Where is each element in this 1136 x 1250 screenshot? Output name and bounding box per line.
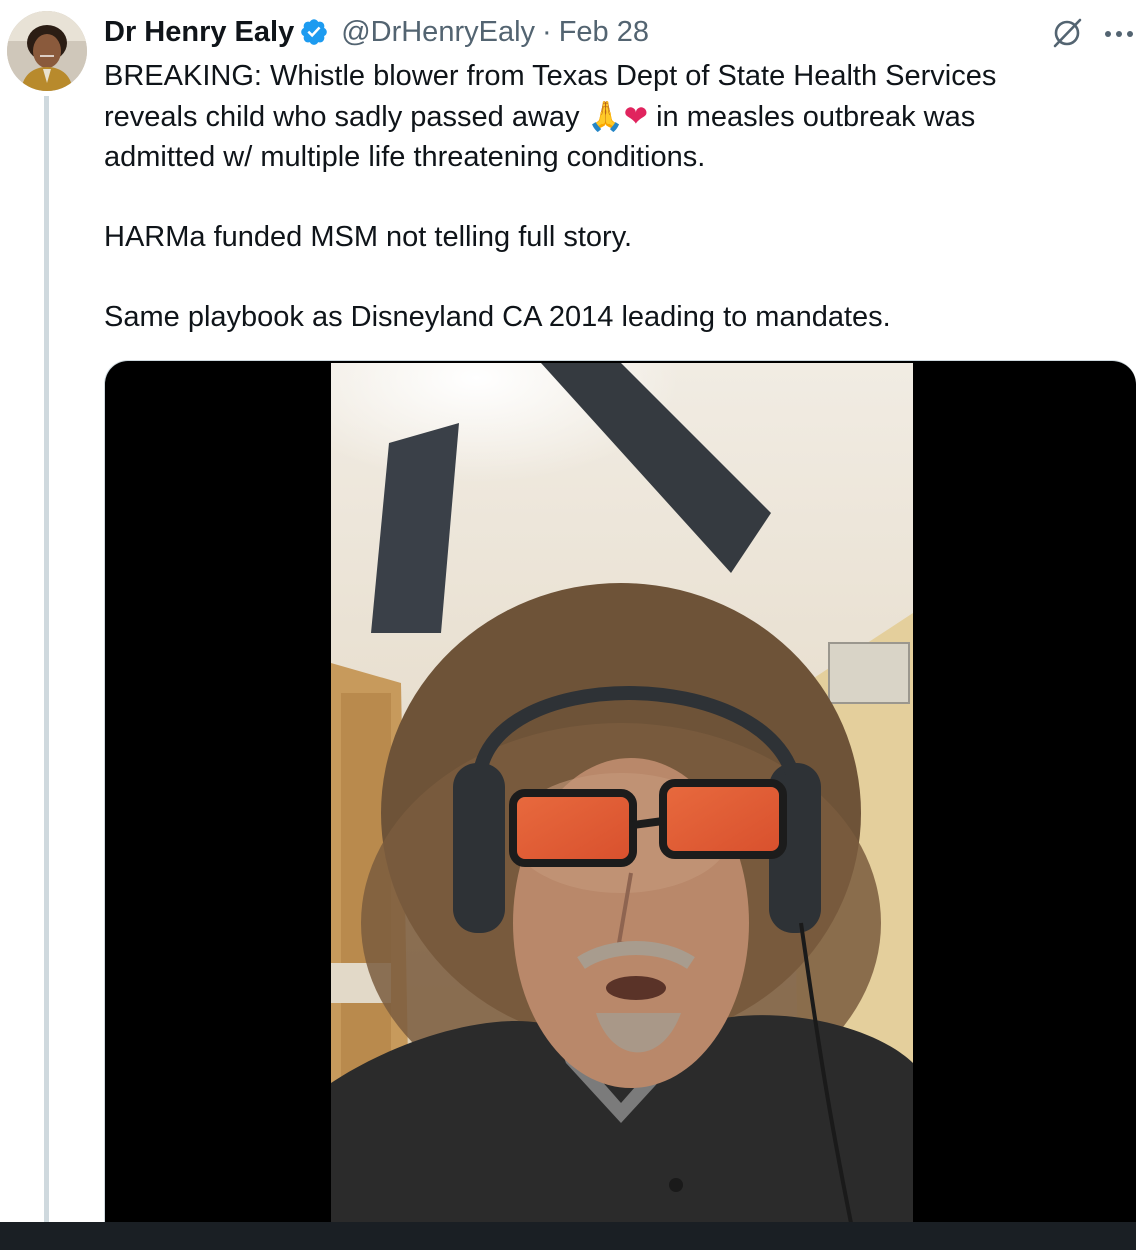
tweet-text: BREAKING: Whistle blower from Texas Dept… — [104, 56, 1114, 337]
bottom-bar — [0, 1222, 1136, 1250]
author-handle[interactable]: @DrHenryEaly — [341, 16, 535, 49]
tweet-text-line: admitted w/ multiple life threatening co… — [104, 141, 706, 173]
tweet-text-line: BREAKING: Whistle blower from Texas Dept… — [104, 60, 997, 92]
tweet-text-paragraph: HARMa funded MSM not telling full story. — [104, 221, 633, 253]
tweet-text-line: reveals child who sadly passed away 🙏❤ i… — [104, 96, 1114, 137]
verified-badge-icon — [301, 19, 328, 45]
profile-avatar-icon — [7, 11, 87, 91]
tweet[interactable]: Dr Henry Ealy @DrHenryEaly · Feb 28 BREA… — [0, 0, 1136, 1222]
tweet-text-segment: in measles outbreak was — [648, 101, 976, 133]
more-options-icon[interactable] — [1104, 30, 1134, 38]
tweet-text-segment: reveals child who sadly passed away — [104, 101, 588, 133]
avatar[interactable] — [7, 11, 87, 91]
grok-icon[interactable] — [1050, 16, 1084, 50]
tweet-media[interactable] — [104, 360, 1136, 1222]
tweet-header: Dr Henry Ealy @DrHenryEaly · Feb 28 — [104, 12, 649, 52]
tweet-date[interactable]: Feb 28 — [559, 16, 649, 49]
red-heart-emoji-icon: ❤ — [623, 99, 649, 133]
praying-hands-emoji-icon: 🙏 — [587, 99, 624, 133]
tweet-text-paragraph: Same playbook as Disneyland CA 2014 lead… — [104, 301, 891, 333]
thread-line — [44, 96, 49, 1222]
header-separator: · — [542, 15, 552, 48]
author-display-name[interactable]: Dr Henry Ealy — [104, 16, 294, 49]
video-player[interactable] — [331, 363, 913, 1222]
